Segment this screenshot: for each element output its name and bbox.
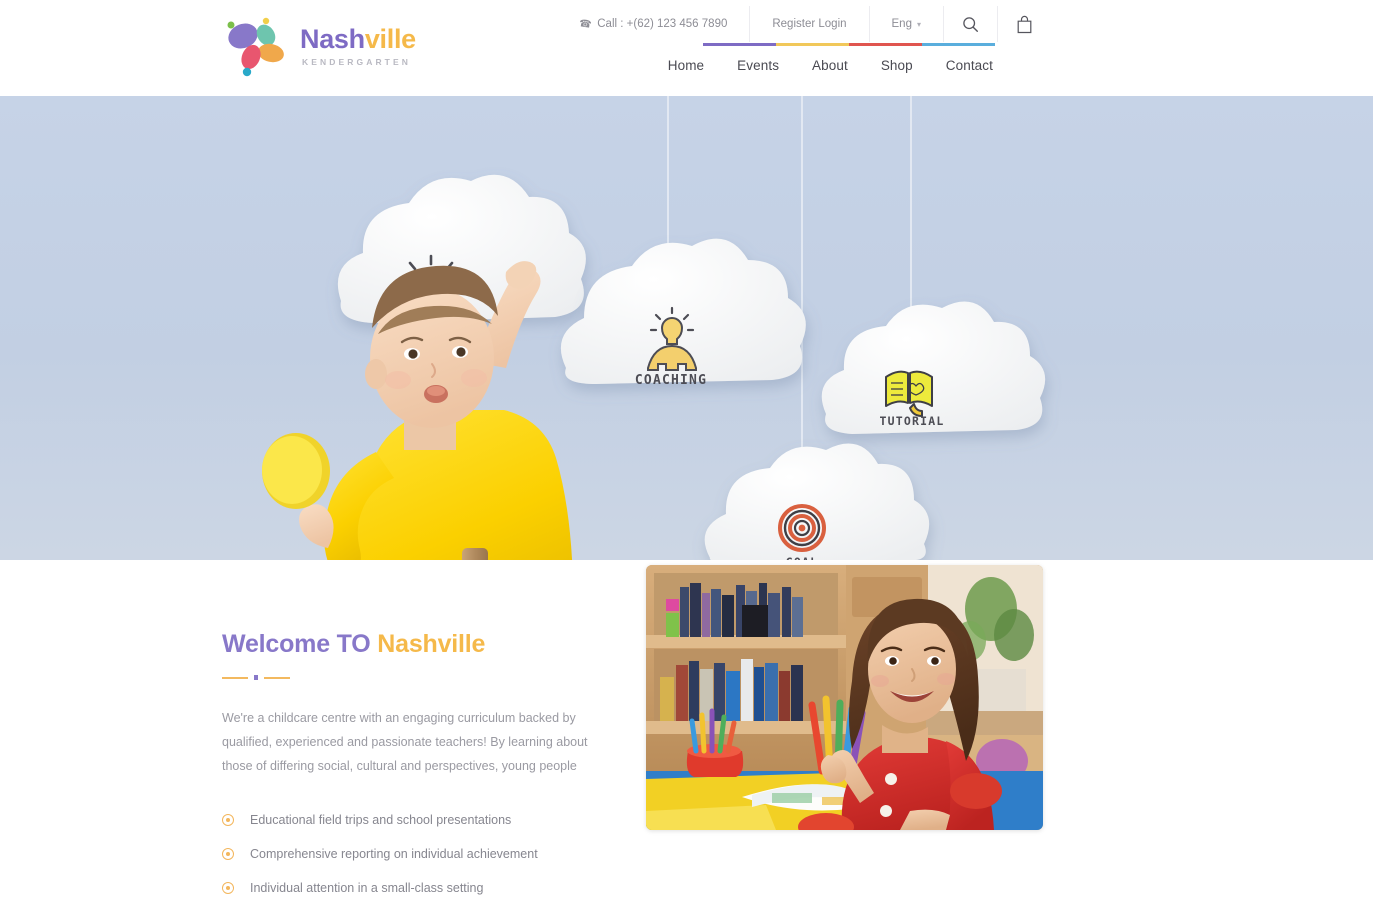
welcome-section: Welcome TO Nashville We're a childcare c… [0, 560, 1373, 906]
flower-petals-logo-icon [227, 17, 284, 77]
feature-text: Educational field trips and school prese… [250, 812, 512, 827]
site-header: Nashville KENDERGARTEN ☎ Call : +(62) 12… [0, 0, 1373, 96]
cart-button[interactable] [997, 6, 1051, 42]
nav-item-shop[interactable]: Shop [881, 58, 913, 73]
phone-link[interactable]: ☎ Call : +(62) 123 456 7890 [557, 6, 750, 42]
cloud-label-tutorial: TUTORIAL [880, 414, 945, 428]
stripe-segment-purple [703, 43, 776, 46]
nav-item-events[interactable]: Events [737, 58, 779, 73]
search-icon [962, 16, 979, 33]
welcome-paragraph: We're a childcare centre with an engagin… [222, 711, 588, 773]
shopping-bag-icon [1016, 15, 1033, 34]
heading-divider [222, 675, 622, 680]
language-selector[interactable]: Eng ▾ [868, 6, 943, 42]
accent-stripe [703, 43, 995, 46]
feature-text: Individual attention in a small-class se… [250, 880, 484, 895]
phone-label: Call : +(62) 123 456 7890 [597, 18, 728, 30]
nav-item-home[interactable]: Home [668, 58, 704, 73]
bullet-ring-icon [222, 813, 234, 826]
hero-banner: CREATIVITY COACHING [0, 96, 1373, 560]
list-item: Comprehensive reporting on individual ac… [222, 842, 622, 865]
feature-text: Comprehensive reporting on individual ac… [250, 846, 538, 861]
logo-name-part1: Nash [300, 24, 365, 55]
cloud-label-coaching: COACHING [635, 373, 707, 388]
welcome-text-column: Welcome TO Nashville We're a childcare c… [222, 630, 622, 906]
site-logo[interactable]: Nashville KENDERGARTEN [222, 12, 416, 80]
divider-dash-right [264, 676, 290, 679]
welcome-photo [646, 565, 1043, 830]
language-label: Eng [891, 18, 912, 30]
register-login-link[interactable]: Register Login [749, 6, 868, 42]
welcome-heading-part1: Welcome TO [222, 630, 371, 658]
bullet-ring-icon [222, 881, 234, 894]
welcome-heading-part2: Nashville [377, 630, 486, 658]
welcome-heading: Welcome TO Nashville [222, 630, 622, 659]
logo-tagline: KENDERGARTEN [302, 56, 411, 67]
search-button[interactable] [943, 6, 997, 42]
list-item: Individual attention in a small-class se… [222, 876, 622, 899]
logo-name-part2: ville [364, 24, 416, 55]
main-navigation: Home Events About Shop Contact [668, 58, 993, 73]
stripe-segment-gold [776, 43, 849, 46]
feature-list: Educational field trips and school prese… [222, 808, 622, 899]
stripe-segment-blue [922, 43, 995, 46]
register-login-label: Register Login [772, 18, 847, 30]
list-item: Educational field trips and school prese… [222, 808, 622, 831]
girl-with-crayons-photo [646, 565, 1043, 830]
utility-topbar: ☎ Call : +(62) 123 456 7890 Register Log… [557, 6, 1051, 42]
nav-item-contact[interactable]: Contact [946, 58, 993, 73]
phone-icon: ☎ [578, 17, 592, 31]
logo-wordmark: Nashville [300, 25, 416, 53]
divider-dot [254, 675, 258, 680]
nav-item-about[interactable]: About [812, 58, 848, 73]
stripe-segment-red [849, 43, 922, 46]
divider-dash-left [222, 676, 248, 679]
chevron-down-icon: ▾ [916, 19, 921, 29]
bullet-ring-icon [222, 847, 234, 860]
hero-illustration: CREATIVITY COACHING [262, 96, 1046, 560]
